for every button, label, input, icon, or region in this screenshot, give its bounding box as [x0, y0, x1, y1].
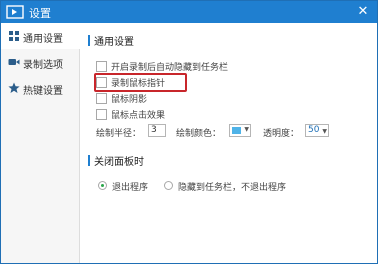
checkbox-box[interactable] — [96, 93, 107, 104]
radio-button[interactable] — [98, 181, 107, 190]
video-camera-icon — [8, 59, 20, 65]
sidebar-item-label: 热键设置 — [23, 86, 63, 97]
checkbox-label: 鼠标点击效果 — [111, 111, 166, 121]
sidebar: 通用设置 录制选项 热键设置 — [1, 23, 80, 263]
close-button[interactable]: ✕ — [355, 4, 371, 20]
radio-label: 隐藏到任务栏，不退出程序 — [178, 183, 287, 193]
section-title-general: 通用设置 — [94, 37, 134, 48]
color-label: 绘制颜色： — [176, 129, 222, 139]
sidebar-item-recording[interactable]: 录制选项 — [1, 49, 79, 75]
checkbox-box[interactable] — [96, 109, 107, 120]
checkbox-label: 鼠标阴影 — [111, 95, 148, 105]
section-title-close-panel: 关闭面板时 — [94, 157, 144, 168]
opacity-select[interactable]: 50 ▼ — [305, 124, 329, 137]
checkbox-label: 录制鼠标指针 — [111, 79, 166, 89]
chevron-down-icon: ▼ — [322, 128, 327, 135]
radius-label: 绘制半径： — [96, 129, 142, 139]
settings-window: 设置 ✕ 通用设置 录制选项 热键设置 通用设置 开启录制后自动隐藏到任务栏 录… — [0, 0, 378, 264]
sidebar-item-hotkeys[interactable]: 热键设置 — [1, 75, 79, 101]
section-marker — [88, 155, 90, 166]
color-swatch — [232, 127, 241, 134]
sidebar-item-general[interactable]: 通用设置 — [1, 23, 80, 49]
checkbox-box[interactable] — [96, 77, 107, 88]
color-picker[interactable]: ▼ — [229, 124, 251, 137]
checkbox-box[interactable] — [96, 61, 107, 72]
opacity-value: 50 — [308, 125, 320, 135]
opacity-label: 透明度： — [263, 129, 300, 139]
sidebar-item-label: 通用设置 — [23, 34, 63, 45]
radio-label: 退出程序 — [112, 183, 149, 193]
chevron-down-icon: ▼ — [244, 126, 249, 133]
radio-button[interactable] — [164, 181, 173, 190]
star-icon — [8, 82, 20, 93]
section-marker — [88, 35, 90, 46]
settings-content: 通用设置 开启录制后自动隐藏到任务栏 录制鼠标指针 鼠标阴影 鼠标点击效果 绘制… — [80, 23, 377, 263]
radio-selected-dot — [101, 184, 104, 187]
title-bar[interactable]: 设置 ✕ — [1, 1, 377, 23]
grid-icon — [9, 31, 19, 41]
radius-input[interactable]: 3 — [148, 124, 166, 137]
checkbox-label: 开启录制后自动隐藏到任务栏 — [111, 63, 229, 73]
window-title: 设置 — [29, 7, 51, 20]
sidebar-item-label: 录制选项 — [23, 60, 63, 71]
app-logo-icon — [6, 5, 24, 19]
